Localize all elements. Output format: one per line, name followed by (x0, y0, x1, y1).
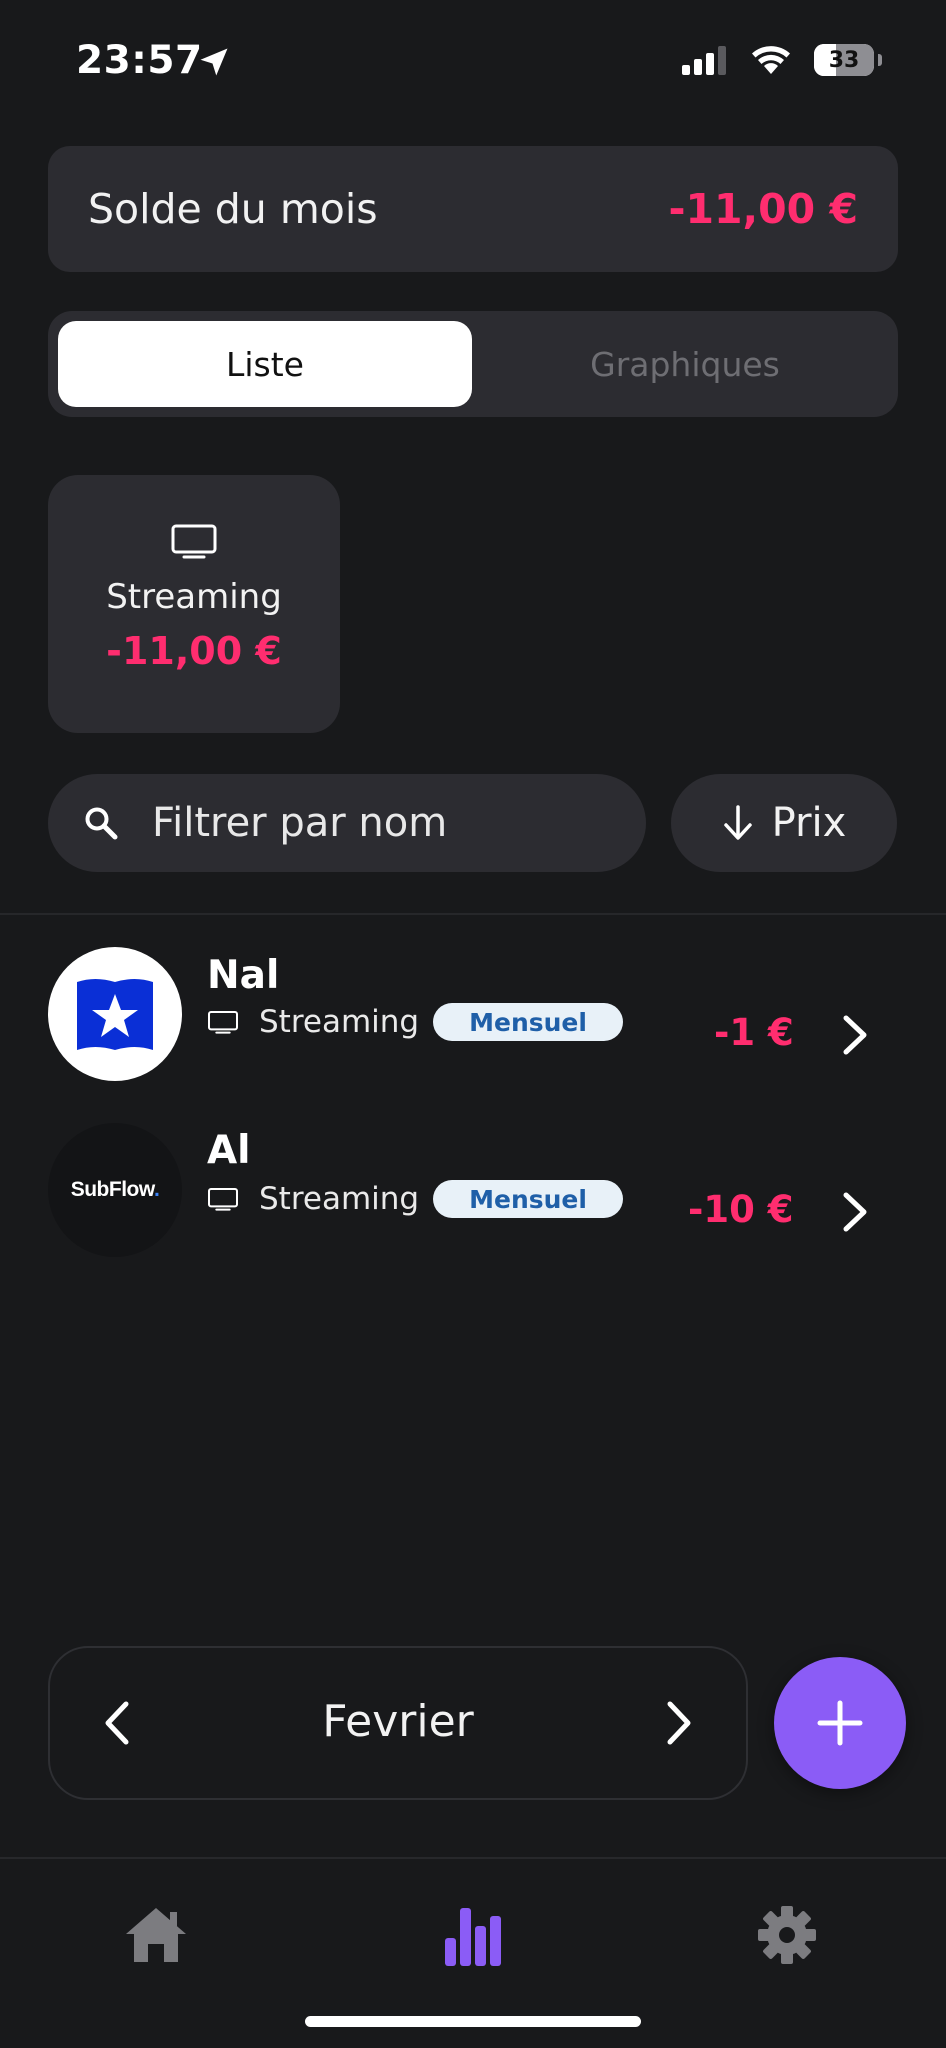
divider (0, 913, 946, 915)
blue-book-star-logo-icon (77, 979, 153, 1050)
cellular-signal-icon (682, 46, 726, 75)
subscription-category: Streaming (259, 1004, 420, 1040)
search-input[interactable]: Filtrer par nom (48, 774, 646, 872)
subscription-amount: -10 € (688, 1188, 794, 1231)
battery-nub (878, 54, 882, 66)
home-indicator (305, 2016, 641, 2027)
balance-label: Solde du mois (88, 185, 378, 233)
battery-indicator: 33 (814, 44, 874, 76)
subscription-name: Nal (207, 953, 280, 998)
tab-list[interactable]: Liste (58, 321, 472, 407)
subscription-row[interactable]: Nal Streaming Mensuel -1 € (0, 935, 946, 1095)
frequency-badge: Mensuel (433, 1003, 623, 1041)
search-icon (85, 807, 118, 840)
subscription-meta: Streaming Mensuel (207, 1003, 623, 1041)
location-arrow-icon (200, 48, 228, 76)
subscription-row[interactable]: SubFlow. Al Streaming Mensuel -10 € (0, 1112, 946, 1272)
subscription-amount: -1 € (714, 1011, 794, 1054)
sort-label: Prix (771, 800, 847, 846)
tab-settings[interactable] (742, 1890, 832, 1980)
category-name: Streaming (106, 577, 282, 617)
tv-icon (208, 1188, 238, 1211)
view-toggle: Liste Graphiques (48, 311, 898, 417)
subscription-name: Al (207, 1128, 251, 1173)
chevron-right-icon[interactable] (664, 1700, 694, 1746)
current-month: Fevrier (322, 1696, 474, 1747)
month-selector: Fevrier (48, 1646, 748, 1800)
status-time: 23:57 (76, 38, 203, 83)
sort-by-price-button[interactable]: Prix (671, 774, 897, 872)
tab-home[interactable] (111, 1890, 201, 1980)
subflow-logo-icon: SubFlow. (70, 1178, 160, 1201)
subscription-logo (48, 947, 182, 1081)
tv-icon (208, 1011, 238, 1034)
tabbar-divider (0, 1857, 946, 1859)
category-card-streaming[interactable]: Streaming -11,00 € (48, 475, 340, 733)
tab-charts[interactable]: Graphiques (482, 321, 888, 407)
balance-value: -11,00 € (668, 185, 858, 233)
home-icon (126, 1908, 186, 1962)
battery-level: 33 (828, 47, 860, 73)
subscription-meta: Streaming Mensuel (207, 1180, 623, 1218)
chevron-right-icon (843, 1015, 867, 1055)
subscription-logo: SubFlow. (48, 1123, 182, 1257)
wifi-icon (752, 46, 790, 74)
monthly-balance-card: Solde du mois -11,00 € (48, 146, 898, 272)
search-placeholder: Filtrer par nom (152, 800, 448, 846)
tv-icon (171, 524, 217, 559)
plus-icon (817, 1700, 863, 1746)
frequency-badge: Mensuel (433, 1180, 623, 1218)
tab-stats[interactable] (428, 1890, 518, 1980)
chart-bar-icon (445, 1908, 501, 1966)
status-indicators: 33 (682, 44, 882, 76)
add-subscription-button[interactable] (774, 1657, 906, 1789)
arrow-down-icon (723, 805, 752, 840)
gear-icon (758, 1906, 816, 1964)
category-amount: -11,00 € (106, 629, 282, 673)
chevron-right-icon (843, 1192, 867, 1232)
subscription-category: Streaming (259, 1181, 420, 1217)
